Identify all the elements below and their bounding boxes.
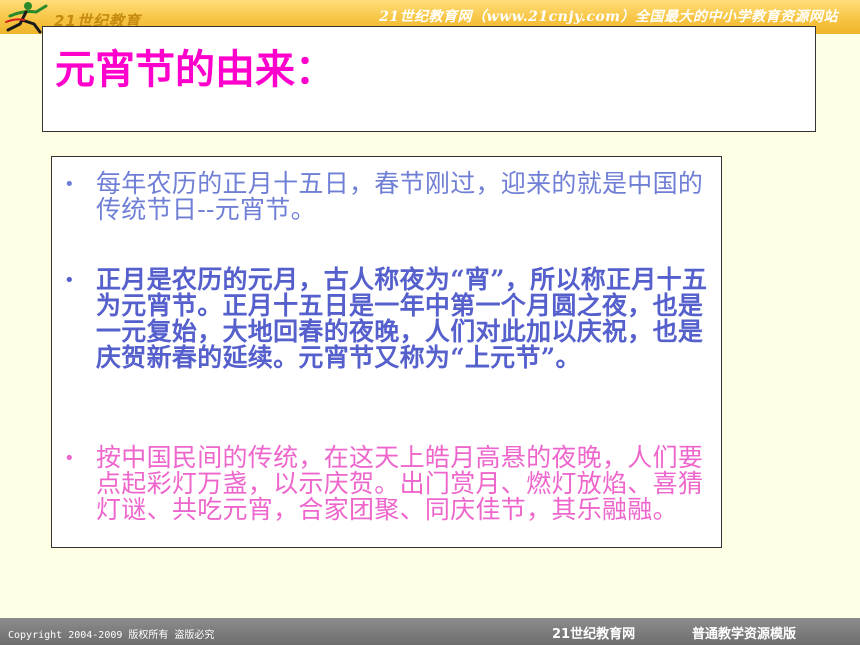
bullet-item: • 按中国民间的传统，在这天上皓月高悬的夜晚，人们要点起彩灯万盏，以示庆贺。出门… (62, 445, 710, 523)
footer-copyright: Copyright 2004-2009 版权所有 盗版必究 (8, 630, 215, 641)
slide-title: 元宵节的由来： (55, 46, 335, 93)
footer-template-label: 普通教学资源模版 (692, 627, 797, 642)
bullet-text: 每年农历的正月十五日，春节刚过，迎来的就是中国的传统节日--元宵节。 (96, 169, 704, 224)
slide-content-box: • 每年农历的正月十五日，春节刚过，迎来的就是中国的传统节日--元宵节。 • 正… (51, 156, 722, 548)
footer-site-link[interactable]: 21世纪教育网 (552, 623, 635, 642)
bullet-item: • 每年农历的正月十五日，春节刚过，迎来的就是中国的传统节日--元宵节。 (62, 171, 710, 223)
bullet-text: 正月是农历的元月，古人称夜为“宵”，所以称正月十五为元宵节。正月十五日是一年中第… (96, 265, 708, 372)
bullet-dot-icon: • (64, 174, 75, 195)
bullet-dot-icon: • (64, 448, 75, 469)
bullet-text: 按中国民间的传统，在这天上皓月高悬的夜晚，人们要点起彩灯万盏，以示庆贺。出门赏月… (96, 443, 704, 524)
slide-title-box: 元宵节的由来： (42, 26, 816, 132)
bullet-dot-icon: • (64, 270, 75, 291)
footer-band: Copyright 2004-2009 版权所有 盗版必究 21世纪教育网 普通… (0, 618, 860, 645)
bullet-item: • 正月是农历的元月，古人称夜为“宵”，所以称正月十五为元宵节。正月十五日是一年… (62, 267, 710, 371)
header-slogan: 21世纪教育网（www.21cnjy.com）全国最大的中小学教育资源网站 (379, 9, 838, 25)
